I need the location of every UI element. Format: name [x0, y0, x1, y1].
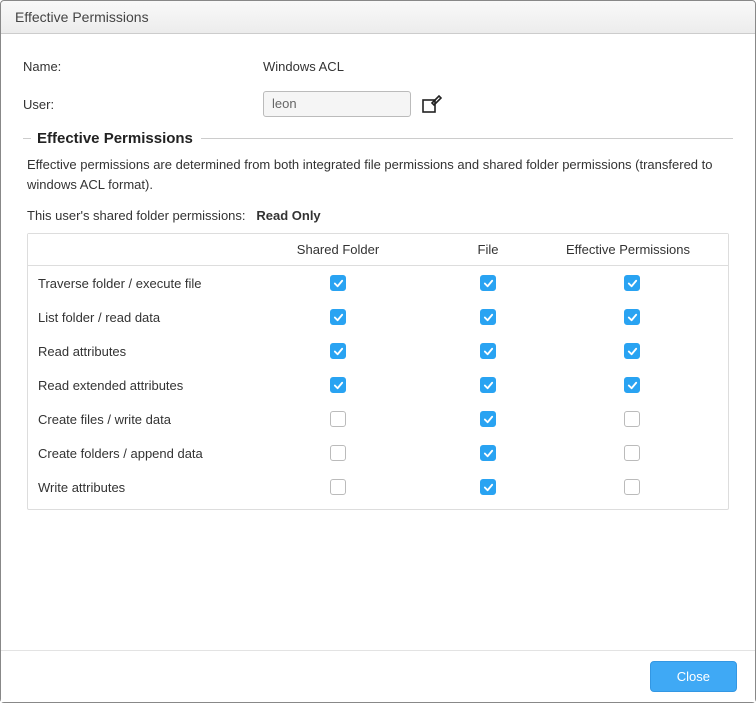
- window-titlebar: Effective Permissions: [1, 1, 755, 34]
- file-cell: [438, 445, 538, 461]
- perm-value: Read Only: [256, 208, 320, 223]
- file-cell: [438, 275, 538, 291]
- shared-folder-cell: [238, 343, 438, 359]
- shared-folder-cell: [238, 445, 438, 461]
- effective-cell: [538, 275, 726, 291]
- effective-cell: [538, 445, 726, 461]
- permission-label: Create files / write data: [28, 412, 238, 427]
- header-permission: [28, 234, 238, 265]
- user-label: User:: [23, 97, 263, 112]
- effective-permissions-fieldset: Effective Permissions Effective permissi…: [23, 130, 733, 640]
- header-file: File: [438, 234, 538, 265]
- file-cell: [438, 343, 538, 359]
- legend-line: [201, 138, 733, 139]
- shared-folder-cell: [238, 309, 438, 325]
- description-text: Effective permissions are determined fro…: [27, 155, 729, 194]
- window-title: Effective Permissions: [15, 9, 149, 25]
- effective-cell: [538, 343, 726, 359]
- file-cell: [438, 479, 538, 495]
- table-header: Shared Folder File Effective Permissions: [28, 234, 728, 266]
- file-cell: [438, 309, 538, 325]
- user-row: User: leon: [23, 90, 733, 118]
- table-row: Traverse folder / execute file: [28, 266, 728, 300]
- table-row: Read attributes: [28, 334, 728, 368]
- shared-folder-cell: [238, 377, 438, 393]
- header-shared-folder: Shared Folder: [238, 234, 438, 265]
- checkbox-unchecked-icon: [624, 411, 640, 427]
- edit-user-button[interactable]: [421, 93, 443, 115]
- checkbox-checked-icon: [480, 309, 496, 325]
- permission-label: List folder / read data: [28, 310, 238, 325]
- checkbox-checked-icon: [480, 445, 496, 461]
- name-value: Windows ACL: [263, 59, 733, 74]
- permission-label: Traverse folder / execute file: [28, 276, 238, 291]
- checkbox-checked-icon: [480, 275, 496, 291]
- checkbox-checked-icon: [330, 343, 346, 359]
- perm-label: This user's shared folder permissions:: [27, 208, 246, 223]
- checkbox-checked-icon: [480, 411, 496, 427]
- name-row: Name: Windows ACL: [23, 52, 733, 80]
- checkbox-checked-icon: [480, 343, 496, 359]
- window-content: Name: Windows ACL User: leon Effective P…: [1, 34, 755, 650]
- effective-cell: [538, 411, 726, 427]
- checkbox-checked-icon: [624, 343, 640, 359]
- checkbox-checked-icon: [330, 309, 346, 325]
- effective-cell: [538, 377, 726, 393]
- edit-icon: [422, 95, 442, 113]
- table-row: Write attributes: [28, 470, 728, 504]
- checkbox-unchecked-icon: [330, 445, 346, 461]
- checkbox-checked-icon: [330, 377, 346, 393]
- checkbox-checked-icon: [624, 377, 640, 393]
- permissions-table: Shared Folder File Effective Permissions…: [27, 233, 729, 510]
- checkbox-unchecked-icon: [330, 479, 346, 495]
- permission-label: Read extended attributes: [28, 378, 238, 393]
- checkbox-unchecked-icon: [624, 445, 640, 461]
- shared-folder-cell: [238, 479, 438, 495]
- user-field[interactable]: leon: [263, 91, 411, 117]
- window-footer: Close: [1, 650, 755, 702]
- permission-label: Create folders / append data: [28, 446, 238, 461]
- effective-cell: [538, 309, 726, 325]
- checkbox-checked-icon: [480, 479, 496, 495]
- effective-permissions-window: Effective Permissions Name: Windows ACL …: [0, 0, 756, 703]
- file-cell: [438, 411, 538, 427]
- legend-title: Effective Permissions: [37, 130, 193, 147]
- shared-folder-permission-line: This user's shared folder permissions: R…: [27, 208, 729, 223]
- table-row: Create files / write data: [28, 402, 728, 436]
- fieldset-legend: Effective Permissions: [23, 130, 733, 147]
- header-effective: Effective Permissions: [538, 234, 718, 265]
- table-row: Read extended attributes: [28, 368, 728, 402]
- permission-label: Read attributes: [28, 344, 238, 359]
- close-button[interactable]: Close: [650, 661, 737, 692]
- legend-line: [23, 138, 31, 139]
- checkbox-checked-icon: [624, 275, 640, 291]
- shared-folder-cell: [238, 275, 438, 291]
- file-cell: [438, 377, 538, 393]
- name-label: Name:: [23, 59, 263, 74]
- checkbox-checked-icon: [330, 275, 346, 291]
- checkbox-unchecked-icon: [330, 411, 346, 427]
- table-row: Create folders / append data: [28, 436, 728, 470]
- table-row: List folder / read data: [28, 300, 728, 334]
- effective-cell: [538, 479, 726, 495]
- checkbox-checked-icon: [624, 309, 640, 325]
- checkbox-checked-icon: [480, 377, 496, 393]
- checkbox-unchecked-icon: [624, 479, 640, 495]
- shared-folder-cell: [238, 411, 438, 427]
- permission-label: Write attributes: [28, 480, 238, 495]
- table-body[interactable]: Traverse folder / execute file List folde…: [28, 266, 728, 509]
